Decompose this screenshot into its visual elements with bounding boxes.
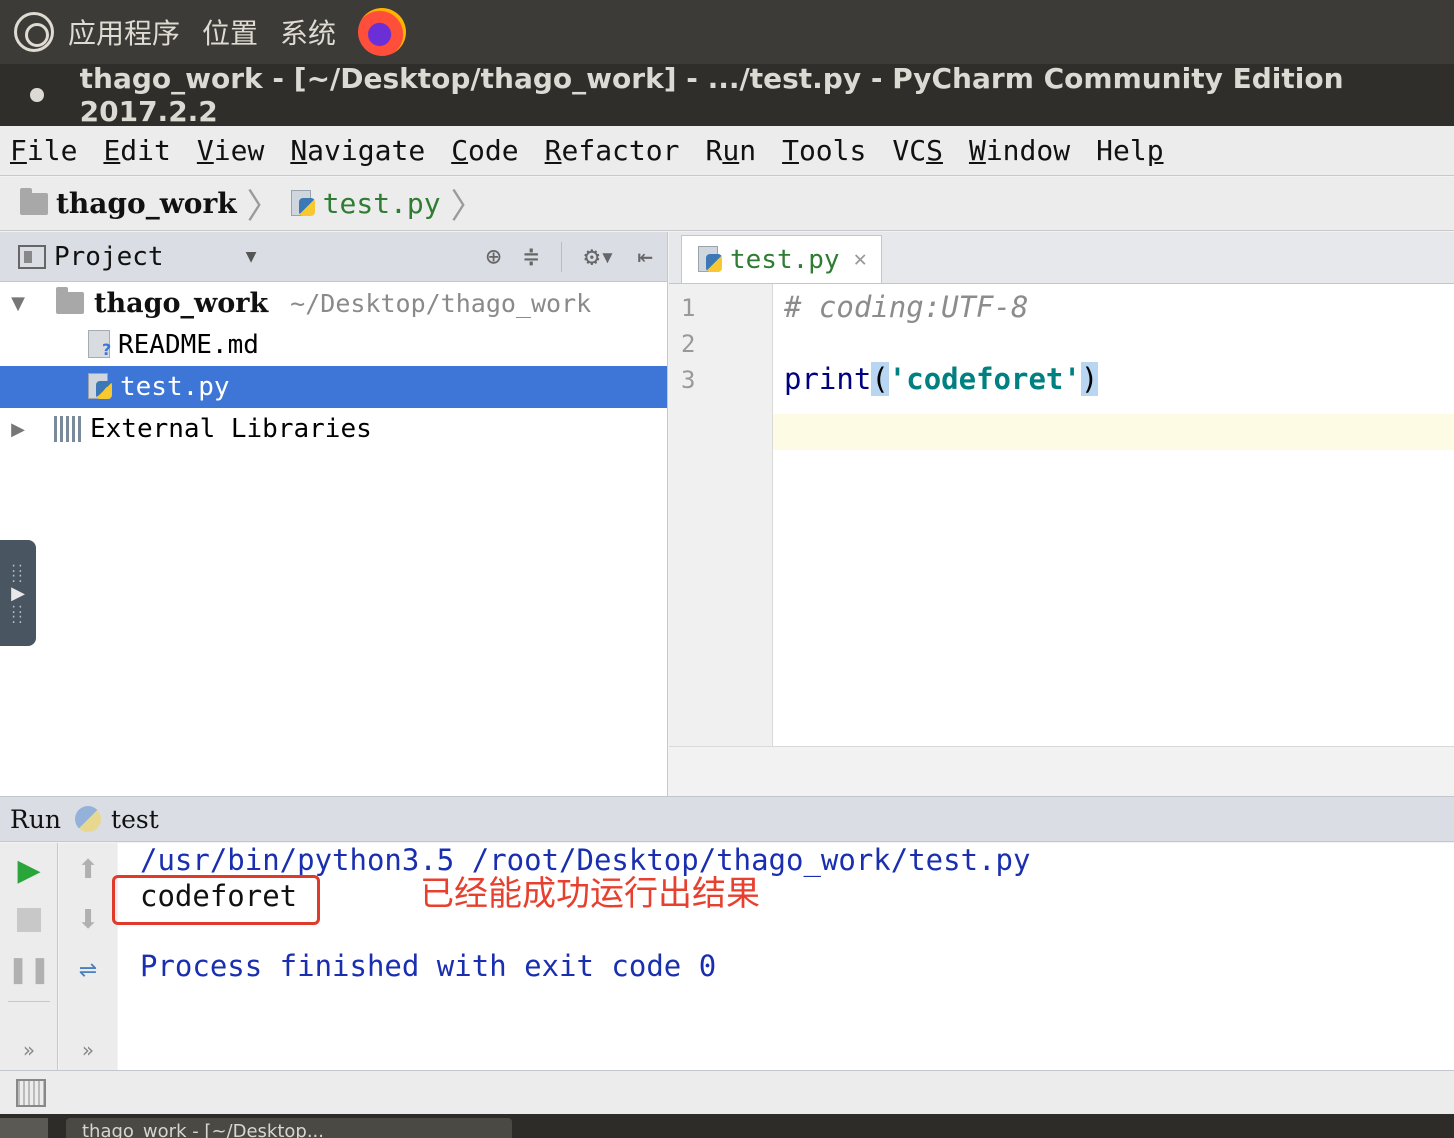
close-icon[interactable]: ✕ (854, 247, 867, 272)
tree-external-libraries: External Libraries (90, 414, 372, 444)
window-title: thago_work - [~/Desktop/thago_work] - ..… (79, 62, 1344, 128)
menu-item-7[interactable]: Tools (782, 134, 866, 167)
menu-item-0[interactable]: File (10, 134, 77, 167)
tab-label: test.py (730, 244, 840, 275)
menu-item-2[interactable]: View (197, 134, 264, 167)
editor-horizontal-scroll-area[interactable] (669, 746, 1454, 796)
annotation-text: 已经能成功运行出结果 (420, 874, 760, 914)
panel-menu-places[interactable]: 位置 (202, 12, 258, 52)
tree-row-readme[interactable]: README.md (0, 324, 667, 366)
breadcrumb-file[interactable]: test.py (323, 187, 441, 220)
code-editor: test.py ✕ 1 2 3 # coding:UTF-8 print('co… (669, 232, 1454, 796)
python-file-icon (698, 245, 724, 274)
folder-icon (56, 287, 84, 314)
run-panel-header: Run test (0, 796, 1454, 842)
output-highlight-box (112, 875, 320, 925)
grip-icon: :::: (11, 559, 25, 586)
project-view-icon (18, 244, 46, 269)
project-view-selector[interactable]: Project (54, 242, 164, 272)
line-number-gutter: 1 2 3 (669, 284, 773, 746)
panel-menu-system[interactable]: 系统 (280, 12, 336, 52)
bottom-taskbar: thago_work - [~/Desktop... (0, 1114, 1454, 1138)
tree-row-external-libraries[interactable]: ▶ External Libraries (0, 408, 667, 450)
breadcrumb: thago_work 〉 test.py 〉 (0, 177, 1454, 231)
folder-icon (20, 187, 48, 215)
code-func: print (784, 362, 872, 396)
python-file-icon (290, 189, 317, 218)
expand-arrow-icon[interactable]: ▼ (8, 293, 28, 314)
stop-icon[interactable] (14, 905, 44, 935)
code-line-3: print('codeforet') (784, 362, 1099, 396)
line-number: 2 (681, 330, 696, 358)
editor-tab-bar: test.py ✕ (669, 232, 1454, 284)
grip-icon: :::: (11, 600, 25, 627)
code-string: 'codeforet' (888, 362, 1081, 396)
firefox-launcher-icon[interactable] (358, 8, 407, 56)
line-number: 1 (681, 294, 696, 322)
tree-root-path: ~/Desktop/thago_work (290, 288, 592, 318)
arrow-up-icon[interactable]: ⬆ (73, 855, 103, 885)
arrow-down-icon[interactable]: ⬇ (73, 905, 103, 935)
code-paren-close: ) (1080, 362, 1099, 396)
hide-panel-icon[interactable]: ⇤ (637, 242, 653, 272)
code-paren-open: ( (871, 362, 889, 396)
scroll-from-source-icon[interactable]: ⊕ (486, 242, 502, 272)
breadcrumb-separator-icon: 〉 (450, 187, 485, 227)
expand-arrow-icon[interactable]: ▶ (8, 419, 28, 440)
menu-item-4[interactable]: Code (451, 134, 518, 167)
more-tools-icon[interactable]: » (14, 1035, 44, 1065)
breadcrumb-separator-icon: 〉 (246, 187, 281, 227)
console-exit-line: Process finished with exit code 0 (140, 949, 717, 983)
collapse-all-icon[interactable]: ≑ (523, 242, 539, 272)
tab-test-py[interactable]: test.py ✕ (681, 235, 882, 283)
menu-bar: File Edit View Navigate Code Refactor Run Tools… (0, 126, 1454, 176)
gear-icon[interactable]: ⚙▾ (584, 242, 615, 272)
menu-item-6[interactable]: Run (706, 134, 757, 167)
toolbar-divider (8, 1001, 50, 1002)
tree-root-name: thago_work (94, 287, 269, 319)
run-toolbar-left: ▶ ❚❚ » (0, 843, 58, 1070)
soft-wrap-icon[interactable]: ⇌ (73, 955, 103, 985)
window-title-bar: thago_work - [~/Desktop/thago_work] - ..… (0, 62, 1454, 128)
editor-body[interactable]: 1 2 3 # coding:UTF-8 print('codeforet') (669, 284, 1454, 746)
collapsed-tool-window-handle[interactable]: :::: ▶ :::: (0, 540, 36, 646)
project-tool-window: Project ▼ ⊕ ≑ ⚙▾ ⇤ ▼ thago_work ~/Deskto… (0, 232, 668, 796)
rerun-play-icon[interactable]: ▶ (14, 853, 44, 888)
status-bar (0, 1070, 1454, 1114)
breadcrumb-project[interactable]: thago_work (56, 187, 237, 220)
pause-icon[interactable]: ❚❚ (7, 955, 51, 985)
line-number: 3 (681, 366, 696, 394)
panel-menu-applications[interactable]: 应用程序 (68, 12, 180, 52)
run-panel-label: Run (10, 804, 62, 834)
project-panel-header: Project ▼ ⊕ ≑ ⚙▾ ⇤ (0, 232, 667, 282)
show-desktop-icon[interactable] (0, 1118, 48, 1138)
tree-file-test: test.py (120, 372, 230, 402)
python-file-icon (88, 373, 114, 401)
menu-item-3[interactable]: Navigate (290, 134, 425, 167)
toolbar-divider (561, 242, 563, 272)
ubuntu-logo-icon[interactable] (14, 12, 54, 52)
tree-row-root[interactable]: ▼ thago_work ~/Desktop/thago_work (0, 282, 667, 324)
more-tools-icon[interactable]: » (73, 1035, 103, 1065)
menu-item-1[interactable]: Edit (103, 134, 170, 167)
tool-windows-toggle-icon[interactable] (16, 1079, 46, 1107)
system-top-panel: 应用程序 位置 系统 (0, 0, 1454, 64)
chevron-down-icon[interactable]: ▼ (246, 246, 257, 267)
window-menu-dot-icon[interactable] (30, 88, 44, 102)
menu-item-9[interactable]: Window (969, 134, 1070, 167)
current-line-highlight (669, 414, 1454, 450)
library-icon (54, 416, 84, 442)
menu-item-5[interactable]: Refactor (545, 134, 680, 167)
menu-item-10[interactable]: Help (1096, 134, 1163, 167)
taskbar-window-item[interactable]: thago_work - [~/Desktop... (66, 1118, 512, 1138)
tree-row-test-py[interactable]: test.py (0, 366, 667, 408)
unknown-file-icon (88, 330, 114, 360)
menu-item-8[interactable]: VCS (892, 134, 943, 167)
code-line-1: # coding:UTF-8 (784, 290, 1029, 324)
python-config-icon (75, 806, 102, 832)
project-header-tools: ⊕ ≑ ⚙▾ ⇤ (486, 232, 653, 282)
tree-file-readme: README.md (118, 330, 259, 360)
run-toolbar-right: ⬆ ⬇ ⇌ » (59, 843, 117, 1070)
run-config-tab[interactable]: test (111, 805, 159, 834)
